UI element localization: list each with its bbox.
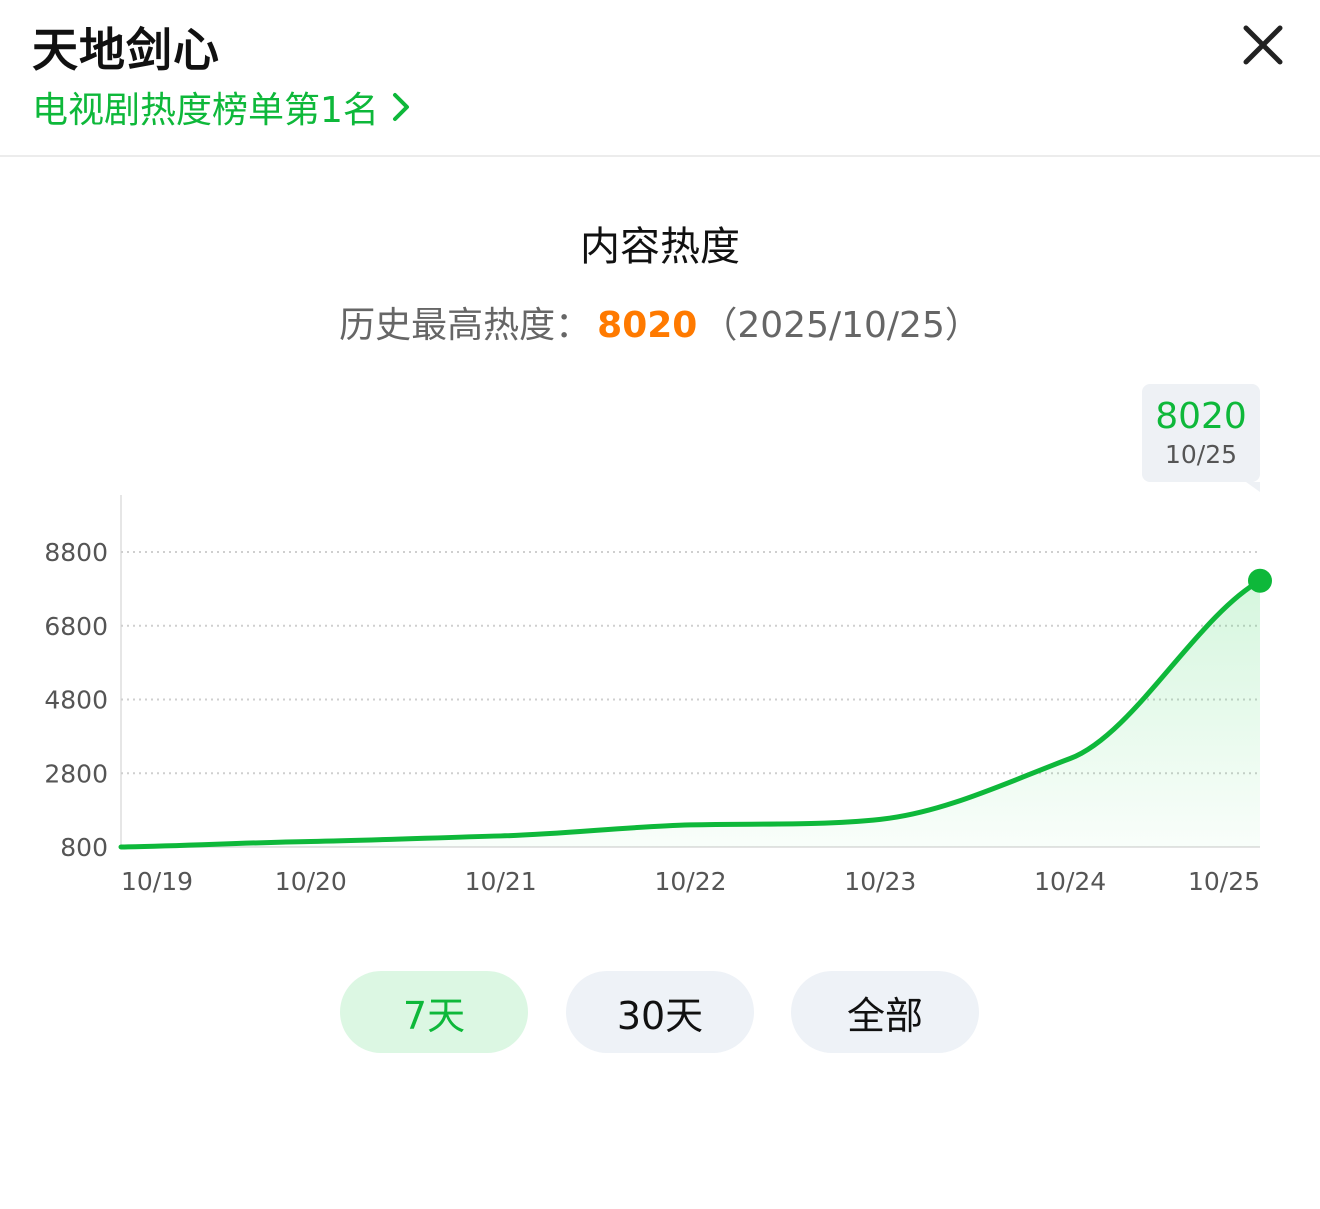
x-tick-label: 10/21 <box>465 867 537 896</box>
x-tick-label: 10/25 <box>1188 867 1260 896</box>
y-tick-label: 800 <box>60 833 108 862</box>
value-tooltip: 8020 10/25 <box>1142 384 1260 492</box>
y-tick-label: 4800 <box>44 686 108 715</box>
x-tick-label: 10/19 <box>121 867 193 896</box>
x-tick-label: 10/22 <box>654 867 726 896</box>
tab-label: 全部 <box>846 993 923 1038</box>
peak-label: 历史最高热度： <box>339 305 592 346</box>
heat-line-chart[interactable]: 800 2800 4800 6800 8800 10/19 10/20 10/21 10/22 1… <box>0 370 1320 920</box>
panel-header: 天地剑心 电视剧热度榜单第1名 <box>0 0 1320 157</box>
peak-date: （2025/10/25） <box>701 305 981 346</box>
tooltip-date: 10/25 <box>1164 440 1238 469</box>
tooltip-tail <box>1246 482 1260 492</box>
peak-summary: 历史最高热度： 8020 （2025/10/25） <box>0 296 1320 348</box>
chevron-right-icon <box>391 91 411 123</box>
x-tick-label: 10/20 <box>275 867 347 896</box>
tab-label: 7天 <box>402 993 466 1038</box>
show-title: 天地剑心 <box>32 23 220 77</box>
tab-30-days[interactable]: 30天 <box>566 971 754 1053</box>
y-tick-label: 2800 <box>44 759 108 788</box>
y-tick-label: 8800 <box>44 538 108 567</box>
heat-panel: 天地剑心 电视剧热度榜单第1名 内容热度 历史最高热度： 8020 （2025/10… <box>0 0 1320 1209</box>
rank-link-label: 电视剧热度榜单第1名 <box>32 90 379 131</box>
range-tabs: 7天 30天 全部 <box>340 971 980 1053</box>
tab-all[interactable]: 全部 <box>791 971 979 1053</box>
tab-label: 30天 <box>616 993 704 1038</box>
x-tick-label: 10/24 <box>1034 867 1106 896</box>
highlight-point <box>1248 568 1272 593</box>
tab-7-days[interactable]: 7天 <box>340 971 528 1053</box>
close-button[interactable] <box>1238 20 1288 70</box>
close-icon <box>1243 25 1283 65</box>
x-tick-label: 10/23 <box>844 867 916 896</box>
tooltip-value: 8020 <box>1155 396 1247 437</box>
y-tick-label: 6800 <box>44 612 108 641</box>
rank-link[interactable]: 电视剧热度榜单第1名 <box>32 82 411 132</box>
peak-value: 8020 <box>597 305 698 346</box>
area-fill <box>121 580 1260 847</box>
chart-heading: 内容热度 <box>580 224 740 270</box>
